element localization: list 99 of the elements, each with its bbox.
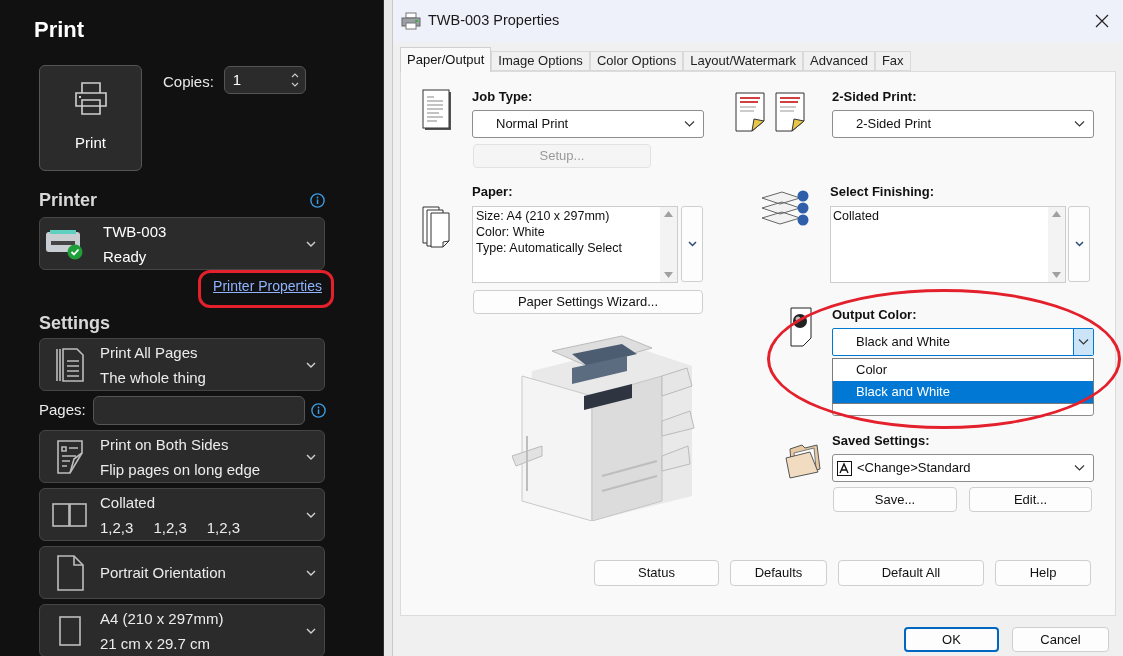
close-icon[interactable] [1095, 14, 1109, 28]
paper-detail: Color: White [476, 224, 546, 240]
collate-icon [52, 502, 88, 527]
printer-ready-icon [45, 227, 83, 260]
setting-detail: Flip pages on long edge [100, 459, 262, 480]
dialog-button[interactable]: Cancel [1012, 627, 1109, 652]
tab[interactable]: Advanced [803, 51, 875, 71]
dropdown-option[interactable]: Black and White [833, 381, 1093, 403]
document-icon [422, 89, 452, 131]
tab[interactable]: Color Options [589, 51, 684, 71]
font-icon [837, 460, 852, 476]
chevron-icon [306, 240, 316, 247]
info-icon[interactable] [311, 403, 326, 418]
two-sided-dropdown[interactable]: 2-Sided Print [832, 110, 1094, 138]
tab[interactable]: Fax [874, 51, 911, 71]
saved-settings-value: <Change>Standard [857, 459, 971, 478]
chevron-icon [684, 121, 695, 127]
toner-page-icon [790, 307, 812, 347]
paper-settings-wizard-button[interactable]: Paper Settings Wizard... [473, 290, 703, 314]
setting-detail: 1,2,3 [100, 517, 134, 538]
paper-detail: Size: A4 (210 x 297mm) [476, 208, 611, 224]
collated-sets-icon [760, 190, 810, 226]
setting-detail: 1,2,3 [206, 517, 241, 538]
dialog-button[interactable]: Defaults [730, 560, 827, 586]
job-type-dropdown[interactable]: Normal Print [472, 110, 704, 138]
setting-value: Portrait Orientation [100, 563, 227, 583]
setting-value: A4 (210 x 297mm) [100, 608, 225, 629]
setting-detail: 1,2,3 [153, 517, 187, 538]
copies-label: Copies: [163, 72, 214, 92]
finishing-detail: Collated [833, 208, 880, 224]
expand-button[interactable] [681, 206, 703, 282]
setting-dropdown[interactable]: Collated 1,2,3 1,2,3 1,2,3 [39, 488, 325, 541]
chevron-icon [687, 241, 697, 247]
field-label: 2-Sided Print: [832, 89, 918, 105]
setting-dropdown[interactable]: Print on Both Sides Flip pages on long edge [39, 430, 325, 483]
tab[interactable]: Paper/Output [400, 47, 492, 72]
print-button[interactable]: Print [39, 65, 142, 171]
scroll-down-icon[interactable] [1052, 272, 1061, 278]
finishing-listbox[interactable]: Collated [830, 206, 1066, 283]
tab[interactable]: Image Options [491, 51, 590, 71]
window-title: TWB-003 Properties [428, 11, 560, 31]
chevron-icon [306, 511, 316, 518]
setting-dropdown[interactable]: Print All Pages The whole thing [39, 338, 325, 391]
chevron-icon [1074, 121, 1085, 127]
pages-field[interactable] [93, 396, 305, 425]
paper-size-icon [58, 614, 82, 647]
edit-button[interactable]: Edit... [969, 487, 1092, 512]
setting-value: Collated [100, 492, 157, 513]
info-icon[interactable] [310, 192, 325, 208]
setting-detail: 21 cm x 29.7 cm [100, 633, 212, 654]
setting-value: Print on Both Sides [100, 434, 230, 455]
pages-label: Pages: [39, 400, 87, 421]
scrollbar[interactable] [660, 207, 677, 282]
dialog-button[interactable]: Help [995, 560, 1091, 586]
chevron-icon [306, 569, 316, 576]
section-heading: Settings [39, 313, 110, 333]
setting-value: Print All Pages [100, 342, 199, 363]
chevron-icon [306, 361, 316, 368]
copies-spinner[interactable]: 1 [223, 66, 306, 94]
portrait-page-icon [56, 554, 84, 591]
printer-icon [401, 12, 421, 30]
dialog-button[interactable]: Status [594, 560, 719, 586]
scroll-up-icon[interactable] [664, 211, 673, 217]
pane-title: Print [34, 16, 85, 44]
output-color-dropdown[interactable]: Black and White [832, 328, 1094, 356]
dialog-button[interactable]: Default All [838, 560, 984, 586]
field-label: Saved Settings: [832, 433, 931, 449]
printer-status: Ready [103, 246, 148, 267]
chevron-icon [306, 453, 316, 460]
section-heading: Printer [39, 188, 98, 212]
folder-icon [784, 441, 822, 479]
chevron-icon [306, 627, 316, 634]
dialog-button[interactable]: OK [904, 627, 999, 652]
field-label: Output Color: [832, 307, 918, 323]
setting-detail: The whole thing [100, 367, 207, 388]
printer-dropdown[interactable]: TWB-003 Ready [39, 217, 325, 270]
scroll-down-icon[interactable] [664, 272, 673, 278]
spin-arrows-icon[interactable] [290, 72, 299, 88]
tab[interactable]: Layout/Watermark [683, 51, 804, 71]
pages-icon [55, 346, 85, 383]
scrollbar[interactable] [1048, 207, 1065, 282]
scroll-up-icon[interactable] [1052, 211, 1061, 217]
saved-settings-dropdown[interactable]: <Change>Standard [832, 454, 1094, 482]
paper-stack-icon [422, 206, 452, 250]
setting-dropdown[interactable]: A4 (210 x 297mm) 21 cm x 29.7 cm [39, 604, 325, 656]
paper-detail: Type: Automatically Select [476, 240, 623, 256]
paper-listbox[interactable]: Size: A4 (210 x 297mm) Color: White Type: Automatically Select [472, 206, 678, 283]
save-button[interactable]: Save... [833, 487, 957, 512]
chevron-icon [1078, 339, 1089, 345]
field-label: Select Finishing: [830, 184, 935, 200]
field-label: Job Type: [472, 89, 534, 105]
setting-dropdown[interactable]: Portrait Orientation [39, 546, 325, 599]
expand-button[interactable] [1068, 206, 1090, 282]
duplex-page-icon [55, 438, 85, 475]
chevron-icon [1074, 241, 1084, 247]
field-label: Paper: [472, 184, 514, 200]
chevron-icon [1074, 465, 1085, 471]
printer-properties-link[interactable]: Printer Properties [213, 275, 322, 297]
printer-name: TWB-003 [103, 221, 168, 242]
